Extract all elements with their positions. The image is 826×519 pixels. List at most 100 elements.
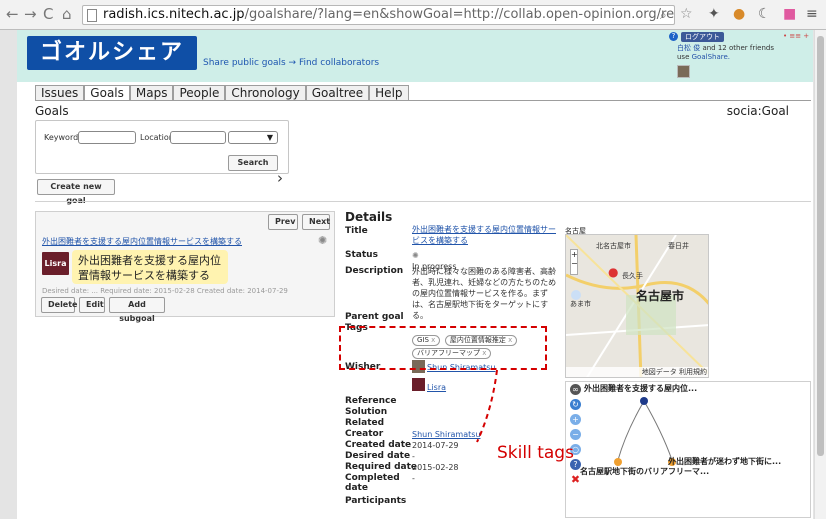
prev-button[interactable]: Prev xyxy=(268,214,298,230)
chevron-right-icon[interactable]: › xyxy=(277,169,283,187)
location-input[interactable] xyxy=(170,131,226,144)
tree-node[interactable] xyxy=(614,458,622,466)
extension-c-icon[interactable]: ☾ xyxy=(758,7,771,21)
completed-date-label: Completed date xyxy=(345,473,400,493)
tree-node-label[interactable]: 外出困難者が迷わず地下街に... xyxy=(668,456,781,467)
annotation-label: Skill tags xyxy=(497,443,574,463)
divider xyxy=(35,201,811,202)
friends-count: and 12 other friends xyxy=(700,44,774,52)
app-name[interactable]: GoalShare. xyxy=(692,53,730,61)
map-label: 長久手 xyxy=(622,272,643,280)
keyword-input[interactable] xyxy=(78,131,136,144)
description-value: 外出時に様々な困難のある障害者、高齢者、乳児連れ、妊婦などの方たちのための屋内位… xyxy=(412,267,557,320)
cookie-icon[interactable]: ● xyxy=(733,7,745,21)
help-icon[interactable]: ? xyxy=(669,32,678,41)
goal-dates: Desired date: ... Required date: 2015-02… xyxy=(42,287,288,295)
details-heading: Details xyxy=(345,210,393,224)
page-title: Goals xyxy=(35,104,69,118)
search-icon[interactable]: ⌕ xyxy=(660,8,667,22)
avatar[interactable] xyxy=(412,378,425,391)
filter-select[interactable]: ▼ xyxy=(228,131,278,144)
friends-use: use xyxy=(677,53,692,61)
reload-icon[interactable]: C xyxy=(43,6,53,22)
page-icon xyxy=(87,9,97,22)
map-footer[interactable]: 地図データ 利用規約 xyxy=(566,367,708,377)
map-label: 北名古屋市 xyxy=(596,242,631,250)
tree-graph xyxy=(614,397,676,466)
zoom-control[interactable]: + − xyxy=(570,249,578,275)
menu-icon[interactable]: ≡ xyxy=(806,7,818,21)
desired-date-value: - xyxy=(412,452,415,461)
location-map[interactable]: 北名古屋市 春日井 長久手 名古屋市 あま市 + − ● 地図データ 利用規約 xyxy=(565,234,709,378)
parent-goal-label: Parent goal xyxy=(345,312,404,322)
back-icon[interactable]: ← xyxy=(6,6,19,22)
tab-help[interactable]: Help xyxy=(369,85,409,101)
goal-owner-avatar[interactable]: Lisra xyxy=(42,252,69,275)
namespace-label: socia:Goal xyxy=(726,104,789,118)
logout-button[interactable]: ログアウト xyxy=(681,32,724,42)
required-date-label: Required date xyxy=(345,462,418,472)
scrollbar[interactable] xyxy=(814,30,826,519)
url-path: /goalshare/?lang=en&showGoal=http://coll… xyxy=(244,7,675,22)
next-button[interactable]: Next xyxy=(302,214,330,230)
map-label: 春日井 xyxy=(668,242,689,250)
site-header: ゴオルシェア Share public goals → Find collabo… xyxy=(17,30,813,82)
home-icon[interactable]: ⌂ xyxy=(62,6,72,22)
k-extension-icon[interactable]: ■ xyxy=(783,7,796,21)
language-selector[interactable]: • ≡≡ + xyxy=(783,32,809,40)
user-name[interactable]: 白松 俊 xyxy=(677,44,700,52)
url-host: radish.ics.nitech.ac.jp xyxy=(103,7,245,22)
status-icon: ✺ xyxy=(412,251,419,260)
tab-people[interactable]: People xyxy=(173,85,226,101)
browser-toolbar: ← → C ⌂ radish.ics.nitech.ac.jp/goalshar… xyxy=(0,0,826,30)
goal-link[interactable]: 外出困難者を支援する屋内位置情報サービスを構築する xyxy=(42,236,242,247)
skill-tags-highlight xyxy=(339,326,547,370)
site-logo[interactable]: ゴオルシェア xyxy=(27,36,197,70)
tab-issues[interactable]: Issues xyxy=(35,85,85,101)
annotation-arrow xyxy=(476,370,498,443)
tree-node-label[interactable]: 名古屋駅地下街のバリアフリーマ... xyxy=(580,466,709,477)
required-date-value: 2015-02-28 xyxy=(412,463,459,472)
avatar[interactable] xyxy=(677,65,690,78)
page-viewport: ゴオルシェア Share public goals → Find collabo… xyxy=(0,30,814,519)
location-label: Location xyxy=(140,133,174,142)
tab-divider xyxy=(35,100,811,101)
address-bar[interactable]: radish.ics.nitech.ac.jp/goalshare/?lang=… xyxy=(82,5,675,25)
forward-icon[interactable]: → xyxy=(24,6,37,22)
map-label: あま市 xyxy=(570,300,591,308)
solution-label: Solution xyxy=(345,407,388,417)
tab-chronology[interactable]: Chronology xyxy=(225,85,306,101)
tab-maps[interactable]: Maps xyxy=(129,85,174,101)
search-panel: Keyword Location ▼ Search xyxy=(35,120,289,174)
edit-button[interactable]: Edit xyxy=(79,297,105,313)
add-subgoal-button[interactable]: Add subgoal xyxy=(109,297,165,323)
friends-info: 白松 俊 and 12 other friends use GoalShare. xyxy=(677,44,787,62)
creator-label: Creator xyxy=(345,429,384,439)
completed-date-value: - xyxy=(412,474,415,483)
goal-card[interactable]: 外出困難者を支援する屋内位置情報サービスを構築する xyxy=(72,250,228,284)
extension-icon[interactable]: ✦ xyxy=(708,7,720,21)
star-icon[interactable]: ☆ xyxy=(680,7,693,21)
site-container: ゴオルシェア Share public goals → Find collabo… xyxy=(17,30,813,519)
create-goal-button[interactable]: Create new goal xyxy=(37,179,115,205)
wisher-link[interactable]: Lisra xyxy=(427,382,446,393)
delete-button[interactable]: Delete xyxy=(41,297,77,313)
tab-goals[interactable]: Goals xyxy=(84,85,130,101)
reference-label: Reference xyxy=(345,396,397,406)
tree-node[interactable] xyxy=(640,397,648,405)
created-date-label: Created date xyxy=(345,440,412,450)
title-label: Title xyxy=(345,226,368,236)
login-area: ? ログアウト • ≡≡ + 白松 俊 and 12 other friends… xyxy=(669,32,811,80)
title-value[interactable]: 外出困難者を支援する屋内位置情報サービスを構築する xyxy=(412,224,562,246)
tagline: Share public goals → Find collaborators xyxy=(203,58,380,68)
tab-goaltree[interactable]: Goaltree xyxy=(305,85,370,101)
gear-icon[interactable]: ✺ xyxy=(318,234,327,247)
scrollbar-thumb[interactable] xyxy=(817,36,824,456)
main-tabs: Issues Goals Maps People Chronology Goal… xyxy=(35,85,409,101)
search-button[interactable]: Search xyxy=(228,155,278,171)
goal-list-panel: Prev Next 外出困難者を支援する屋内位置情報サービスを構築する ✺ Li… xyxy=(35,211,335,323)
status-label: Status xyxy=(345,250,378,260)
keyword-label: Keyword xyxy=(44,133,79,142)
map-pin-icon[interactable]: ● xyxy=(608,265,618,279)
map-city-label: 名古屋市 xyxy=(636,289,685,303)
